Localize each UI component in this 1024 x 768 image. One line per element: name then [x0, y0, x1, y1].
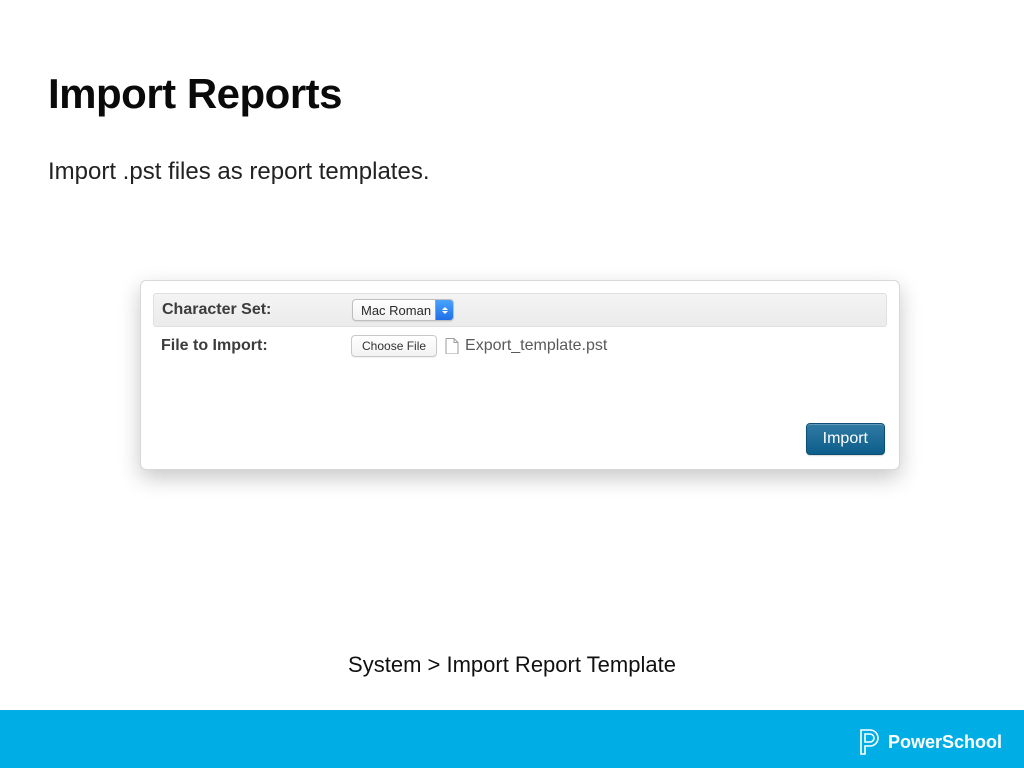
charset-label: Character Set:	[162, 301, 352, 319]
choose-file-button[interactable]: Choose File	[351, 335, 437, 357]
file-row: File to Import: Choose File Export_templ…	[153, 327, 887, 361]
page-title: Import Reports	[48, 70, 342, 118]
brand-logo: PowerSchool	[858, 728, 1002, 756]
chevron-up-down-icon	[435, 300, 453, 320]
charset-row: Character Set: Mac Roman	[153, 293, 887, 327]
breadcrumb: System > Import Report Template	[0, 652, 1024, 678]
page-subtitle: Import .pst files as report templates.	[48, 158, 429, 186]
charset-select-value: Mac Roman	[361, 303, 431, 318]
import-button[interactable]: Import	[806, 423, 885, 455]
file-icon	[445, 338, 459, 354]
charset-select[interactable]: Mac Roman	[352, 299, 454, 321]
file-label: File to Import:	[161, 337, 351, 355]
logo-icon	[858, 728, 880, 756]
brand-name: PowerSchool	[888, 732, 1002, 753]
import-panel: Character Set: Mac Roman File to Import:…	[140, 280, 900, 470]
selected-filename: Export_template.pst	[465, 337, 607, 355]
footer-bar: PowerSchool	[0, 710, 1024, 768]
